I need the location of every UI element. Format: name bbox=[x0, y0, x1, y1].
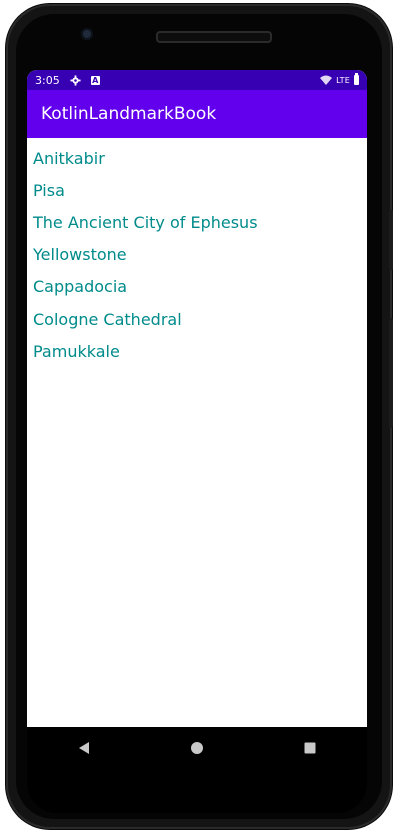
home-button[interactable] bbox=[177, 732, 217, 764]
list-item[interactable]: Pamukkale bbox=[27, 335, 367, 367]
list-item[interactable]: The Ancient City of Ephesus bbox=[27, 206, 367, 238]
device-canvas: 3:05 A LTE KotlinLandmarkBook Anitkabir … bbox=[0, 0, 406, 835]
status-time: 3:05 bbox=[35, 73, 60, 87]
home-circle-icon bbox=[190, 742, 203, 754]
earpiece-speaker bbox=[156, 31, 272, 43]
accessibility-notification-icon: A bbox=[90, 75, 100, 85]
list-item[interactable]: Yellowstone bbox=[27, 239, 367, 271]
status-bar: 3:05 A LTE bbox=[27, 70, 367, 90]
device-screen: 3:05 A LTE KotlinLandmarkBook Anitkabir … bbox=[27, 70, 367, 727]
list-item[interactable]: Anitkabir bbox=[27, 142, 367, 174]
wifi-signal-icon bbox=[320, 75, 333, 85]
settings-gear-icon bbox=[70, 74, 81, 86]
app-bar: KotlinLandmarkBook bbox=[27, 90, 367, 138]
recents-button[interactable] bbox=[290, 732, 330, 764]
volume-button[interactable] bbox=[389, 318, 393, 428]
battery-icon bbox=[354, 73, 359, 85]
screen-bottom-edge bbox=[27, 769, 367, 813]
landmark-list: Anitkabir Pisa The Ancient City of Ephes… bbox=[27, 138, 367, 367]
list-item[interactable]: Cappadocia bbox=[27, 271, 367, 303]
power-button[interactable] bbox=[389, 210, 393, 270]
list-item[interactable]: Cologne Cathedral bbox=[27, 303, 367, 335]
back-triangle-icon bbox=[78, 742, 89, 754]
network-type: LTE bbox=[336, 75, 350, 85]
back-button[interactable] bbox=[64, 732, 104, 764]
list-item[interactable]: Pisa bbox=[27, 174, 367, 206]
recents-square-icon bbox=[304, 742, 316, 754]
front-camera bbox=[81, 28, 93, 40]
system-navigation-bar bbox=[27, 727, 367, 769]
app-title: KotlinLandmarkBook bbox=[41, 104, 217, 124]
